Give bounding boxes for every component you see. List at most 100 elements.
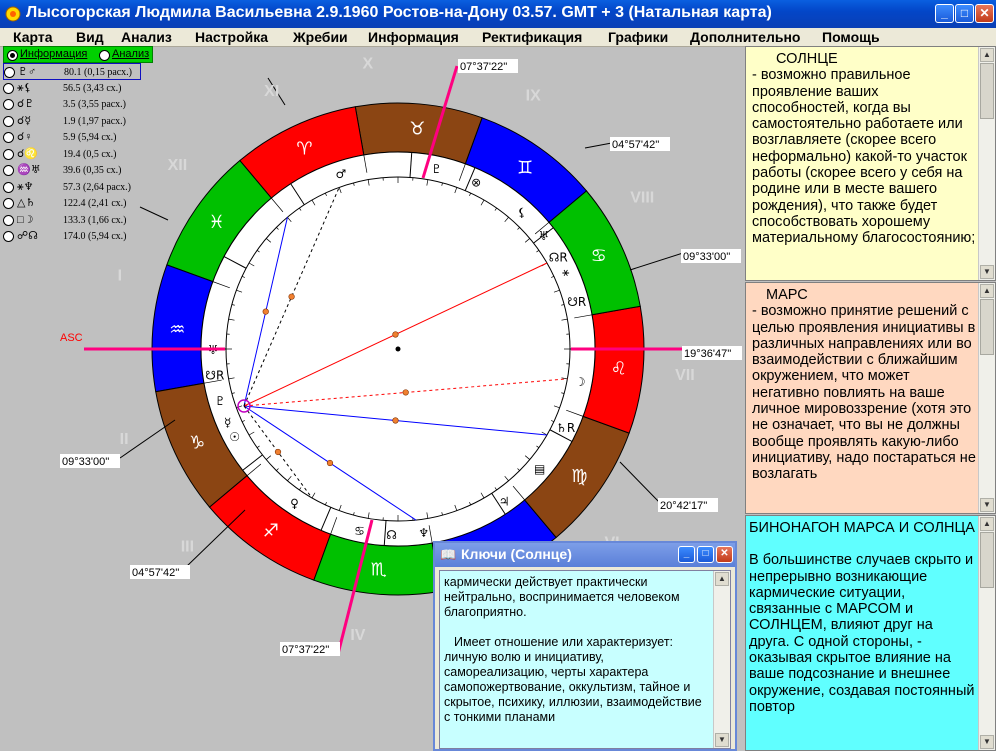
aspect-row[interactable]: ☌♌ 19.4 (0,5 сх.) xyxy=(3,146,143,163)
zodiac-glyph: ♍ xyxy=(571,466,587,487)
planet-glyph-venus[interactable]: ♀ xyxy=(290,496,299,510)
sun-panel-scrollbar[interactable]: ▲ ▼ xyxy=(978,47,995,280)
aspect-radio[interactable] xyxy=(3,214,14,226)
scroll-down-arrow-icon[interactable]: ▼ xyxy=(715,733,729,747)
menu-graphs[interactable]: Графики xyxy=(608,28,668,46)
scroll-up-arrow-icon[interactable]: ▲ xyxy=(715,572,729,586)
scroll-thumb[interactable] xyxy=(980,532,994,588)
cusp-label-c9: 04°57'42'' xyxy=(612,139,659,151)
planet-glyph-mercury[interactable]: ☿ xyxy=(224,415,231,429)
aspect-row[interactable]: ♒♅ 39.6 (0,35 сх.) xyxy=(3,162,143,179)
scroll-up-arrow-icon[interactable]: ▲ xyxy=(980,284,994,298)
menu-lots[interactable]: Жребии xyxy=(293,28,348,46)
menu-information[interactable]: Информация xyxy=(368,28,459,46)
house-number: XII xyxy=(168,157,188,174)
aspect-row[interactable]: ☌♀ 5.9 (5,94 сх.) xyxy=(3,129,143,146)
aspect-symbols: ♒♅ xyxy=(17,164,41,176)
scroll-up-arrow-icon[interactable]: ▲ xyxy=(980,517,994,531)
cusp-extension xyxy=(629,252,684,271)
keys-window-titlebar[interactable]: 📖 Ключи (Солнце) _ □ ✕ xyxy=(435,543,735,567)
analysis-radio[interactable] xyxy=(99,50,110,61)
aspect-value: 19.4 (0,5 сх.) xyxy=(63,148,117,160)
planet-glyph-mars[interactable]: ♂ xyxy=(335,167,346,181)
scroll-thumb[interactable] xyxy=(980,63,994,119)
mars-panel-scrollbar[interactable]: ▲ ▼ xyxy=(978,283,995,513)
menu-map[interactable]: Карта xyxy=(13,28,53,46)
planet-glyph-cancer-marker[interactable]: ♋ xyxy=(354,524,365,538)
scroll-down-arrow-icon[interactable]: ▼ xyxy=(980,265,994,279)
zodiac-glyph: ♌ xyxy=(611,358,627,379)
keys-minimize-button[interactable]: _ xyxy=(678,546,695,563)
planet-glyph-fortune[interactable]: ⊗ xyxy=(471,175,481,189)
aspect-symbols: ⚹♆ xyxy=(17,180,34,193)
menu-analysis[interactable]: Анализ xyxy=(121,28,172,46)
menu-view[interactable]: Вид xyxy=(76,28,104,46)
aspect-row[interactable]: ⚹♆ 57.3 (2,64 расх.) xyxy=(3,179,143,196)
aspect-value: 174.0 (5,94 сх.) xyxy=(63,231,127,242)
scroll-thumb[interactable] xyxy=(980,299,994,355)
menu-additional[interactable]: Дополнительно xyxy=(690,28,800,46)
aspect-row[interactable]: ☌♇ 3.5 (3,55 расх.) xyxy=(3,96,143,113)
mars-panel-text: - возможно принятие решений с целью проя… xyxy=(752,303,976,483)
aspect-radio[interactable] xyxy=(3,198,14,210)
planet-glyph-pluto-2[interactable]: ♇ xyxy=(215,394,226,408)
aspect-radio[interactable] xyxy=(3,132,14,144)
chart-center xyxy=(395,346,401,352)
menu-settings[interactable]: Настройка xyxy=(195,28,268,46)
aspect-radio[interactable] xyxy=(3,165,14,177)
aspect-radio[interactable] xyxy=(3,99,14,111)
zodiac-glyph: ♈ xyxy=(296,138,312,159)
cusp-label-c6: 20°42'17'' xyxy=(660,500,707,512)
aspect-midpoint xyxy=(262,308,269,315)
aspect-row[interactable]: □☽ 133.3 (1,66 сх.) xyxy=(3,212,143,229)
menu-rectification[interactable]: Ректификация xyxy=(482,28,582,46)
aspect-symbols: ☌♇ xyxy=(17,98,35,110)
planet-glyph-lilith[interactable]: ⚸ xyxy=(517,206,526,220)
maximize-button[interactable]: □ xyxy=(955,4,974,23)
analysis-label[interactable]: Анализ xyxy=(112,48,149,60)
aspect-panel-scrollbar[interactable]: ▲ ▼ xyxy=(978,516,995,750)
close-button[interactable]: ✕ xyxy=(975,4,994,23)
aspect-radio[interactable] xyxy=(3,181,14,193)
minimize-button[interactable]: _ xyxy=(935,4,954,23)
cusp-extension xyxy=(619,461,661,504)
scroll-up-arrow-icon[interactable]: ▲ xyxy=(980,48,994,62)
planet-glyph-node[interactable]: ☊ xyxy=(386,528,397,542)
planet-glyph-vertex[interactable]: ⚹ xyxy=(562,265,569,279)
aspect-row[interactable]: ⚹⚸ 56.5 (3,43 сх.) xyxy=(3,80,143,97)
aspect-radio[interactable] xyxy=(4,67,15,79)
planet-glyph-node-r[interactable]: ☊R xyxy=(549,251,568,265)
menu-help[interactable]: Помощь xyxy=(822,28,880,46)
scroll-down-arrow-icon[interactable]: ▼ xyxy=(980,735,994,749)
planet-glyph-node-s-2[interactable]: ☋R xyxy=(205,369,224,383)
info-label[interactable]: Информация xyxy=(20,48,87,60)
planet-glyph-sun[interactable]: ☉ xyxy=(229,430,240,444)
aspect-row[interactable]: ☌☿ 1.9 (1,97 расх.) xyxy=(3,113,143,130)
planet-glyph-saturn-r[interactable]: ♄R xyxy=(556,421,575,435)
aspect-radio[interactable] xyxy=(3,115,14,127)
planet-glyph-moon[interactable]: ☽ xyxy=(575,375,586,389)
aspect-row[interactable]: ☍☊ 174.0 (5,94 сх.) xyxy=(3,228,143,245)
planet-glyph-jupiter[interactable]: ♃ xyxy=(499,495,510,509)
scroll-down-arrow-icon[interactable]: ▼ xyxy=(980,498,994,512)
planet-glyph-node-s[interactable]: ☋R xyxy=(567,295,586,309)
aspect-row[interactable]: ♇♂ 80.1 (0,15 расх.) xyxy=(3,63,141,80)
keys-close-button[interactable]: ✕ xyxy=(716,546,733,563)
planet-glyph-pluto[interactable]: ♇ xyxy=(431,162,442,176)
aspect-midpoint xyxy=(392,417,399,424)
aspect-midpoint xyxy=(274,448,282,456)
planet-glyph-neptune[interactable]: ♆ xyxy=(418,526,429,540)
aspect-radio[interactable] xyxy=(3,231,14,243)
keys-maximize-button[interactable]: □ xyxy=(697,546,714,563)
planet-glyph-uranus[interactable]: ♅ xyxy=(538,229,549,243)
aspect-radio[interactable] xyxy=(3,148,14,160)
aspect-midpoint xyxy=(288,293,295,300)
aspect-row[interactable]: △♄ 122.4 (2,41 сх.) xyxy=(3,195,143,212)
app-icon xyxy=(5,6,21,22)
planet-glyph-marker[interactable]: ▤ xyxy=(534,462,545,476)
info-radio[interactable] xyxy=(7,50,18,61)
book-icon: 📖 xyxy=(440,547,457,562)
keys-scrollbar[interactable]: ▲ ▼ xyxy=(713,571,730,748)
aspect-radio[interactable] xyxy=(3,82,14,94)
keys-window[interactable]: 📖 Ключи (Солнце) _ □ ✕ кармически действ… xyxy=(433,541,737,751)
